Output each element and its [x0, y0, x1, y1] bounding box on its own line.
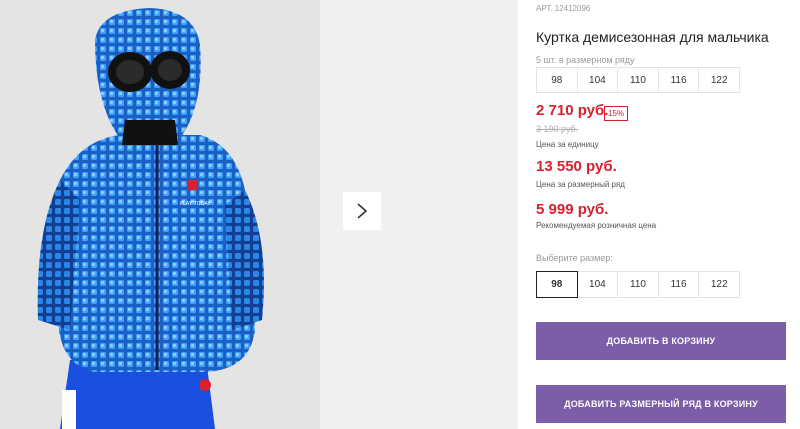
series-size: 98	[537, 68, 578, 92]
size-picker: 98 104 110 116 122	[536, 271, 740, 298]
series-size: 122	[710, 74, 728, 86]
svg-text:PLAY TODAY: PLAY TODAY	[180, 201, 211, 207]
unit-price: 2 710 руб.	[536, 102, 609, 119]
series-price-note: Цена за размерный ряд	[536, 180, 625, 189]
retail-price: 5 999 руб.	[536, 201, 609, 218]
series-sizes: 98 104 110 116 122	[536, 67, 740, 93]
size-option-122[interactable]: 122	[699, 272, 739, 297]
size-option-104[interactable]: 104	[578, 272, 619, 297]
series-size: 104	[578, 68, 619, 92]
series-size: 116	[659, 68, 700, 92]
product-title: Куртка демисезонная для мальчика	[536, 29, 769, 45]
add-series-to-cart-button[interactable]: ДОБАВИТЬ РАЗМЕРНЫЙ РЯД В КОРЗИНУ	[536, 385, 786, 423]
size-option-98[interactable]: 98	[536, 271, 578, 298]
article-number: АРТ. 12412096	[536, 4, 591, 13]
unit-price-note: Цена за единицу	[536, 140, 599, 149]
jacket-illustration: PLAY TODAY	[0, 0, 320, 429]
series-size: 110	[618, 68, 659, 92]
discount-badge: 15%	[604, 106, 629, 121]
retail-price-note: Рекомендуемая розничная цена	[536, 221, 657, 230]
size-option-116[interactable]: 116	[659, 272, 700, 297]
series-label: 5 шт. в размерном ряду	[536, 55, 635, 65]
product-image[interactable]: PLAY TODAY	[0, 0, 320, 429]
add-to-cart-button[interactable]: ДОБАВИТЬ В КОРЗИНУ	[536, 322, 786, 360]
old-price: 3 190 руб.	[536, 124, 579, 134]
size-option-110[interactable]: 110	[618, 272, 659, 297]
choose-size-label: Выберите размер:	[536, 253, 613, 263]
series-price: 13 550 руб.	[536, 158, 617, 175]
gallery-next-button[interactable]	[343, 192, 381, 230]
chevron-right-icon	[357, 203, 368, 219]
